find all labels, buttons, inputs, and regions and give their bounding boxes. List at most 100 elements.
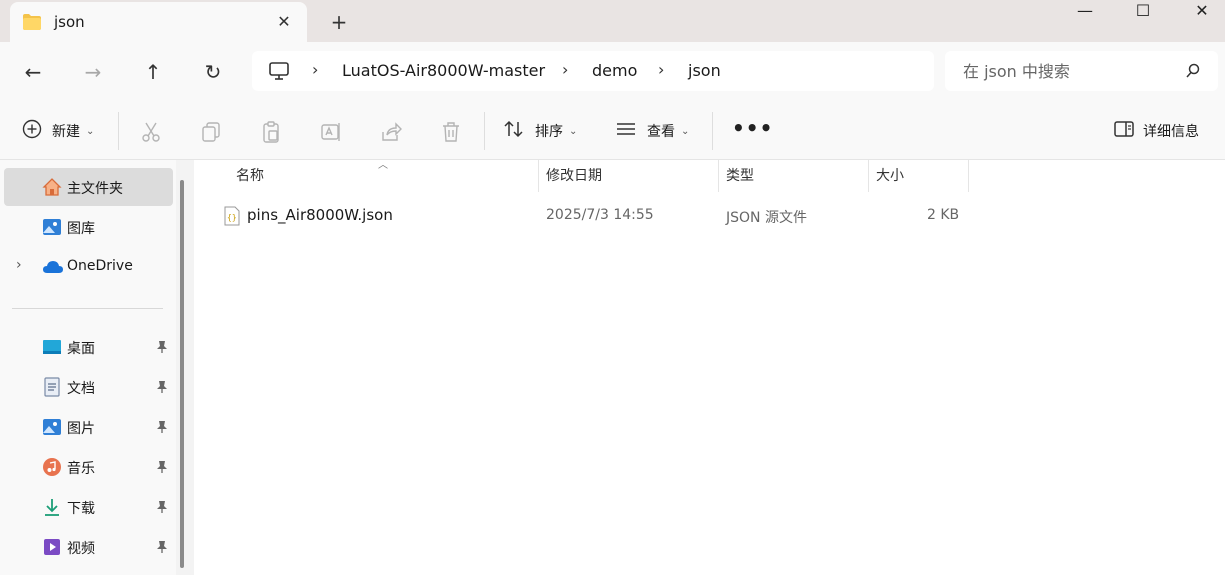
- column-divider[interactable]: [718, 160, 719, 192]
- minimize-button[interactable]: —: [1055, 0, 1115, 30]
- cut-icon[interactable]: [139, 120, 163, 144]
- file-type: JSON 源文件: [726, 210, 807, 226]
- share-icon[interactable]: [379, 120, 403, 144]
- plus-circle-icon: [22, 119, 42, 143]
- navigation-bar: ← → ↑ ↻ › LuatOS-Air8000W-master › demo …: [0, 42, 1225, 102]
- view-button[interactable]: 查看 ⌄: [615, 116, 689, 146]
- document-icon: [42, 377, 62, 397]
- close-button[interactable]: ✕: [1172, 0, 1225, 30]
- address-bar[interactable]: › LuatOS-Air8000W-master › demo › json: [252, 51, 934, 91]
- title-bar: json ✕ + — ☐ ✕: [0, 0, 1225, 42]
- more-options-button[interactable]: •••: [732, 116, 773, 140]
- sort-icon: [503, 119, 525, 143]
- breadcrumb-item[interactable]: json: [688, 61, 721, 80]
- search-icon[interactable]: [1185, 63, 1201, 83]
- up-button[interactable]: ↑: [138, 58, 168, 86]
- chevron-right-icon[interactable]: ›: [16, 257, 22, 273]
- column-header-modified[interactable]: 修改日期: [546, 160, 602, 192]
- forward-button[interactable]: →: [78, 58, 108, 86]
- desktop-icon: [42, 337, 62, 357]
- new-tab-button[interactable]: +: [326, 9, 352, 35]
- music-icon: [42, 457, 62, 477]
- details-button[interactable]: 详细信息: [1113, 116, 1199, 146]
- view-label: 查看: [647, 124, 675, 140]
- sidebar-scroll-track: [176, 160, 192, 575]
- delete-icon[interactable]: [439, 120, 463, 144]
- paste-icon[interactable]: [259, 120, 283, 144]
- column-divider[interactable]: [538, 160, 539, 192]
- tab-title: json: [54, 13, 85, 31]
- sidebar-item-home[interactable]: 主文件夹: [4, 168, 173, 206]
- file-list: ︿ 名称 修改日期 类型 大小 {} pins_Air8000W.json 20…: [194, 160, 1225, 575]
- sort-button[interactable]: 排序 ⌄: [503, 116, 577, 146]
- file-modified: 2025/7/3 14:55: [546, 207, 654, 223]
- sidebar-item-onedrive[interactable]: › OneDrive: [4, 248, 173, 286]
- details-label: 详细信息: [1143, 124, 1199, 140]
- sidebar-scrollbar[interactable]: [180, 180, 184, 568]
- file-name[interactable]: pins_Air8000W.json: [247, 206, 393, 224]
- breadcrumb-separator[interactable]: ›: [658, 60, 664, 79]
- sidebar-item-label: 视频: [67, 541, 95, 557]
- column-divider[interactable]: [968, 160, 969, 192]
- refresh-button[interactable]: ↻: [198, 58, 228, 86]
- video-icon: [42, 537, 62, 557]
- table-row[interactable]: {} pins_Air8000W.json 2025/7/3 14:55 JSO…: [194, 200, 1225, 232]
- sidebar-item-label: OneDrive: [67, 258, 133, 274]
- sidebar-item-label: 音乐: [67, 461, 95, 477]
- folder-icon: [22, 13, 42, 35]
- download-icon: [42, 497, 62, 517]
- toolbar-divider: [712, 112, 713, 150]
- back-button[interactable]: ←: [18, 58, 48, 86]
- breadcrumb-separator[interactable]: ›: [312, 60, 318, 79]
- column-divider[interactable]: [868, 160, 869, 192]
- pictures-icon: [42, 417, 62, 437]
- sidebar-item-downloads[interactable]: 下载: [4, 488, 173, 526]
- gallery-icon: [42, 217, 62, 237]
- new-label: 新建: [52, 124, 80, 140]
- pin-icon[interactable]: [156, 380, 168, 398]
- tab-close-icon[interactable]: ✕: [272, 10, 296, 34]
- search-box: [945, 51, 1218, 91]
- home-icon: [42, 177, 62, 197]
- toolbar-divider: [484, 112, 485, 150]
- sort-ascending-icon: ︿: [378, 160, 388, 171]
- cloud-icon: [42, 257, 63, 277]
- column-header-type[interactable]: 类型: [726, 160, 754, 192]
- search-input[interactable]: [945, 51, 1175, 91]
- pin-icon[interactable]: [156, 500, 168, 518]
- pin-icon[interactable]: [156, 340, 168, 358]
- sidebar-item-label: 图库: [67, 221, 95, 237]
- command-bar: 新建 ⌄ 排序 ⌄ 查看 ⌄ ••• 详细信息: [0, 102, 1225, 160]
- column-header-size[interactable]: 大小: [876, 160, 904, 192]
- sidebar-item-videos[interactable]: 视频: [4, 528, 173, 566]
- view-list-icon: [615, 119, 637, 143]
- tab-json[interactable]: json ✕: [10, 2, 307, 42]
- pin-icon[interactable]: [156, 460, 168, 478]
- pin-icon[interactable]: [156, 540, 168, 558]
- navigation-pane: 主文件夹 图库 › OneDrive 桌面 文档 图片 音乐 下载 视频: [0, 160, 176, 575]
- details-pane-icon: [1113, 119, 1135, 143]
- column-header-name[interactable]: 名称: [236, 160, 264, 192]
- sidebar-item-label: 主文件夹: [67, 181, 123, 197]
- rename-icon[interactable]: [319, 120, 343, 144]
- svg-text:{}: {}: [227, 213, 237, 222]
- sidebar-item-label: 图片: [67, 421, 95, 437]
- breadcrumb-separator[interactable]: ›: [562, 60, 568, 79]
- sidebar-divider: [12, 308, 163, 309]
- maximize-button[interactable]: ☐: [1113, 0, 1173, 30]
- copy-icon[interactable]: [199, 120, 223, 144]
- breadcrumb-item[interactable]: LuatOS-Air8000W-master: [342, 61, 545, 80]
- new-button[interactable]: 新建 ⌄: [22, 116, 94, 146]
- sidebar-item-desktop[interactable]: 桌面: [4, 328, 173, 366]
- json-file-icon: {}: [224, 206, 240, 230]
- sidebar-item-pictures[interactable]: 图片: [4, 408, 173, 446]
- sidebar-item-gallery[interactable]: 图库: [4, 208, 173, 246]
- sidebar-item-documents[interactable]: 文档: [4, 368, 173, 406]
- sidebar-item-music[interactable]: 音乐: [4, 448, 173, 486]
- file-size: 2 KB: [927, 207, 960, 223]
- breadcrumb-item[interactable]: demo: [592, 61, 637, 80]
- computer-icon: [268, 61, 290, 85]
- chevron-down-icon: ⌄: [569, 125, 578, 137]
- pin-icon[interactable]: [156, 420, 168, 438]
- sidebar-item-label: 桌面: [67, 341, 95, 357]
